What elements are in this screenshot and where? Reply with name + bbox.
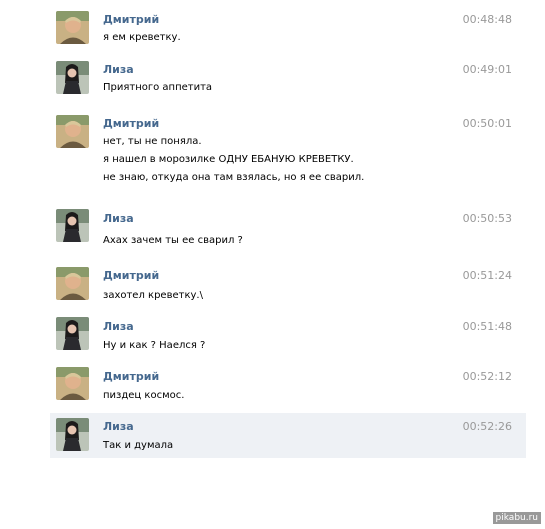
message-time[interactable]: 00:52:26	[463, 421, 512, 433]
message-time[interactable]: 00:51:24	[463, 270, 512, 282]
message: Дмитрий 00:48:48 я ем креветку.	[50, 8, 526, 48]
message-time[interactable]: 00:48:48	[463, 14, 512, 26]
dmitry-avatar-icon[interactable]	[56, 11, 89, 44]
dmitry-avatar-icon[interactable]	[56, 115, 89, 148]
author-name[interactable]: Дмитрий	[103, 14, 159, 26]
message-text: не знаю, откуда она там взялась, но я ее…	[103, 172, 365, 183]
dmitry-avatar-icon[interactable]	[56, 267, 89, 300]
message-text: Ну и как ? Наелся ?	[103, 340, 206, 351]
message-text: нет, ты не поняла.	[103, 136, 202, 147]
message: Лиза 00:50:53 Ахах зачем ты ее сварил ?	[50, 206, 526, 248]
liza-avatar-icon[interactable]	[56, 317, 89, 350]
author-name[interactable]: Дмитрий	[103, 118, 159, 130]
message-time[interactable]: 00:50:01	[463, 118, 512, 130]
message-time[interactable]: 00:51:48	[463, 321, 512, 333]
message-text: я ем креветку.	[103, 32, 181, 43]
message-time[interactable]: 00:49:01	[463, 64, 512, 76]
author-name[interactable]: Дмитрий	[103, 270, 159, 282]
liza-avatar-icon[interactable]	[56, 61, 89, 94]
watermark: pikabu.ru	[492, 512, 541, 524]
message-text: Ахах зачем ты ее сварил ?	[103, 235, 243, 246]
message-text: пиздец космос.	[103, 390, 185, 401]
message: Дмитрий 00:50:01 нет, ты не поняла. я на…	[50, 112, 526, 188]
message-highlighted: Лиза 00:52:26 Так и думала	[50, 413, 526, 458]
author-name[interactable]: Дмитрий	[103, 371, 159, 383]
author-name[interactable]: Лиза	[103, 213, 134, 225]
dmitry-avatar-icon[interactable]	[56, 367, 89, 400]
message-text: Так и думала	[103, 440, 174, 451]
author-name[interactable]: Лиза	[103, 321, 134, 333]
message: Дмитрий 00:52:12 пиздец космос.	[50, 364, 526, 404]
author-name[interactable]: Лиза	[103, 421, 134, 433]
message-time[interactable]: 00:52:12	[463, 371, 512, 383]
message: Лиза 00:51:48 Ну и как ? Наелся ?	[50, 314, 526, 354]
message-text: захотел креветку.\	[103, 290, 203, 301]
liza-avatar-icon[interactable]	[56, 418, 89, 451]
message-text: Приятного аппетита	[103, 82, 213, 93]
message: Лиза 00:49:01 Приятного аппетита	[50, 58, 526, 98]
message: Дмитрий 00:51:24 захотел креветку.\	[50, 264, 526, 304]
author-name[interactable]: Лиза	[103, 64, 134, 76]
message-text: я нашел в морозилке ОДНУ ЕБАНУЮ КРЕВЕТКУ…	[103, 154, 354, 165]
liza-avatar-icon[interactable]	[56, 209, 89, 242]
message-time[interactable]: 00:50:53	[463, 213, 512, 225]
